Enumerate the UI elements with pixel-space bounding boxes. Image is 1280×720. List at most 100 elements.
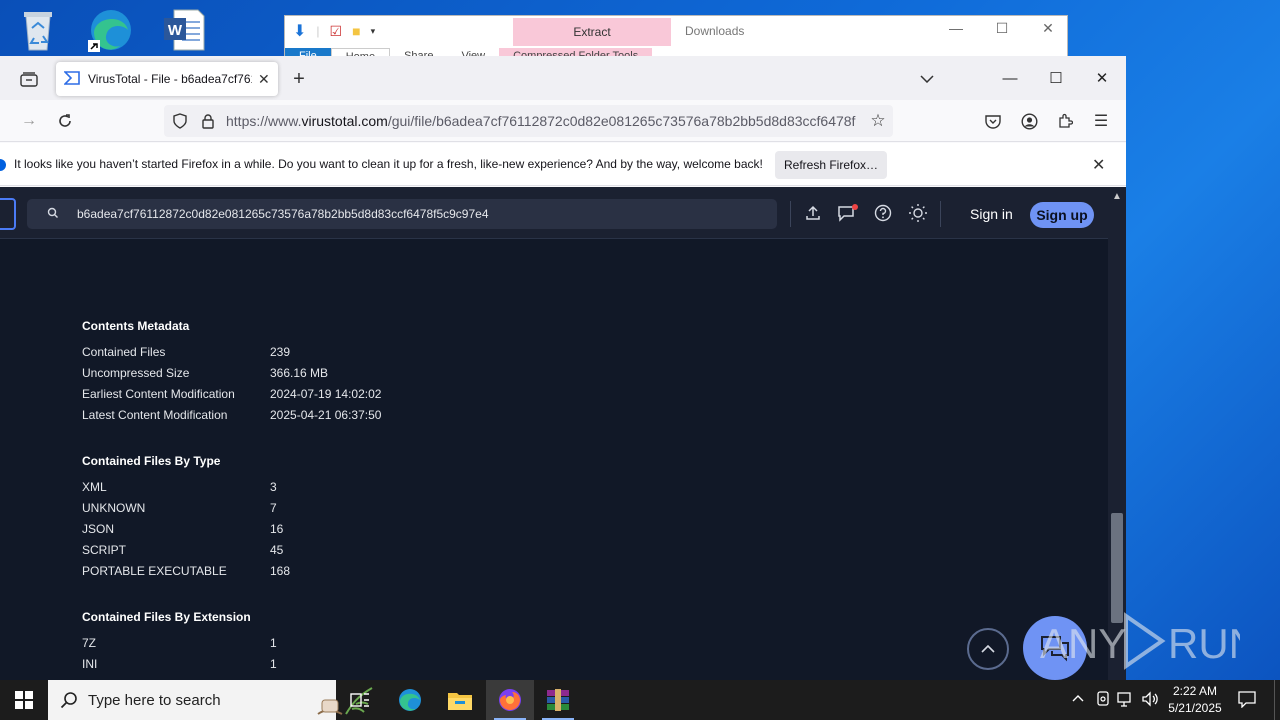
row-value: 2024-07-19 14:02:02 (270, 387, 382, 401)
row-key: 7Z (82, 636, 97, 650)
properties-icon[interactable]: ☑ (330, 23, 343, 40)
search-placeholder: Type here to search (88, 691, 221, 709)
system-clock[interactable]: 2:22 AM 5/21/2025 (1160, 683, 1230, 717)
download-arrow-icon[interactable]: ⬇ (293, 21, 306, 41)
row-value: 7 (270, 501, 277, 515)
search-icon (60, 691, 78, 712)
row-key: UNKNOWN (82, 501, 146, 515)
lock-icon[interactable] (198, 111, 218, 131)
edge-taskbar-icon[interactable] (386, 680, 434, 720)
quick-access-toolbar: ⬇ | ☑ ■ ▾ (293, 21, 376, 41)
edge-shortcut-icon[interactable] (86, 6, 134, 54)
svg-text:ANY: ANY (1040, 620, 1126, 667)
section-title-files-by-type: Contained Files By Type (82, 454, 221, 468)
virustotal-page: b6adea7cf76112872c0d82e081265c73576a78b2… (0, 187, 1108, 680)
reload-icon[interactable] (54, 110, 76, 132)
recycle-bin-icon[interactable] (14, 6, 62, 54)
tab-title: VirusTotal - File - b6adea7cf761 (88, 72, 252, 86)
minimize-icon[interactable]: — (933, 20, 979, 37)
tracking-protection-shield-icon[interactable] (170, 111, 190, 131)
refresh-firefox-button[interactable]: Refresh Firefox… (775, 151, 887, 179)
account-icon[interactable] (1018, 110, 1040, 132)
scroll-to-top-button[interactable] (967, 628, 1009, 670)
firefox-taskbar-icon[interactable] (486, 680, 534, 720)
notification-text: It looks like you haven’t started Firefo… (14, 157, 763, 171)
sign-up-button[interactable]: Sign up (1030, 202, 1094, 228)
maximize-button[interactable]: ☐ (1033, 64, 1079, 92)
file-explorer-taskbar-icon[interactable] (436, 680, 484, 720)
action-center-icon[interactable] (1238, 690, 1256, 711)
url-path: /gui/file/b6adea7cf76112872c0d82e081265c… (387, 113, 856, 129)
section-title-contents-metadata: Contents Metadata (82, 319, 190, 333)
close-button[interactable]: ✕ (1079, 64, 1125, 92)
taskbar-search-box[interactable]: Type here to search (48, 680, 373, 720)
winrar-taskbar-icon[interactable] (534, 680, 582, 720)
pocket-icon[interactable] (982, 110, 1004, 132)
firefox-window: VirusTotal - File - b6adea7cf761 ✕ + — ☐… (0, 56, 1126, 680)
minimize-button[interactable]: — (987, 64, 1033, 92)
row-key: XML (82, 480, 107, 494)
row-key: SCRIPT (82, 543, 127, 557)
bookmark-star-icon[interactable]: ☆ (868, 111, 888, 131)
menu-hamburger-icon[interactable]: ☰ (1090, 110, 1112, 132)
clock-date: 5/21/2025 (1168, 701, 1222, 715)
tab-bar: VirusTotal - File - b6adea7cf761 ✕ + — ☐… (0, 56, 1126, 100)
scroll-thumb[interactable] (1111, 513, 1123, 623)
notifications-chat-icon[interactable] (837, 202, 859, 224)
taskbar: Type here to search 2:22 AM 5/21/2025 (0, 680, 1280, 720)
row-value: 1 (270, 636, 277, 650)
vt-search-input[interactable]: b6adea7cf76112872c0d82e081265c73576a78b2… (27, 199, 777, 229)
vt-header: b6adea7cf76112872c0d82e081265c73576a78b2… (0, 187, 1108, 239)
row-value: 1 (270, 657, 277, 671)
row-value: 45 (270, 543, 284, 557)
header-divider (940, 201, 941, 227)
row-key: Latest Content Modification (82, 408, 228, 422)
notification-bar: It looks like you haven’t started Firefo… (0, 143, 1126, 186)
row-value: 239 (270, 345, 291, 359)
menu-toggle-button[interactable] (0, 198, 16, 230)
help-icon[interactable] (872, 202, 894, 224)
row-key: Contained Files (82, 345, 166, 359)
new-tab-icon[interactable]: + (288, 68, 310, 90)
extensions-icon[interactable] (1054, 110, 1076, 132)
row-value: 3 (270, 480, 277, 494)
explorer-window-controls: — ☐ ✕ (933, 20, 1067, 37)
qat-dropdown-icon[interactable]: ▾ (371, 26, 376, 37)
url-prefix: https://www. (226, 113, 302, 129)
list-all-tabs-icon[interactable] (916, 68, 938, 90)
forward-icon[interactable]: → (18, 110, 40, 132)
tab-virustotal[interactable]: VirusTotal - File - b6adea7cf761 ✕ (56, 62, 278, 96)
row-key: JSON (82, 522, 115, 536)
search-value: b6adea7cf76112872c0d82e081265c73576a78b2… (77, 207, 489, 221)
theme-toggle-sun-icon[interactable] (907, 202, 929, 224)
notification-close-icon[interactable]: ✕ (1092, 155, 1105, 175)
device-icon[interactable] (1095, 690, 1111, 711)
word-document-icon[interactable]: W (160, 6, 208, 54)
show-hidden-icons-icon[interactable] (1071, 690, 1085, 711)
row-key: Uncompressed Size (82, 366, 190, 380)
clock-time: 2:22 AM (1172, 684, 1218, 698)
row-value: 2025-04-21 06:37:50 (270, 408, 382, 422)
firefox-view-icon[interactable] (18, 68, 40, 90)
close-icon[interactable]: ✕ (1025, 20, 1067, 37)
start-button[interactable] (0, 680, 48, 720)
url-host: virustotal.com (301, 113, 388, 129)
volume-icon[interactable] (1141, 690, 1159, 711)
url-bar[interactable]: https://www.virustotal.com/gui/file/b6ad… (164, 105, 893, 137)
network-icon[interactable] (1117, 690, 1135, 711)
page-scrollbar[interactable]: ▲ (1108, 187, 1126, 680)
task-view-icon[interactable] (336, 680, 384, 720)
maximize-icon[interactable]: ☐ (979, 20, 1025, 37)
upload-icon[interactable] (802, 202, 824, 224)
nav-bar: → https://www.virustotal.com/gui/file/b6… (0, 100, 1126, 142)
virustotal-favicon-icon (63, 70, 80, 89)
show-desktop-button[interactable] (1274, 680, 1280, 720)
sign-in-link[interactable]: Sign in (970, 206, 1013, 222)
tab-close-icon[interactable]: ✕ (258, 71, 270, 88)
row-key: INI (82, 657, 98, 671)
row-key: PORTABLE EXECUTABLE (82, 564, 227, 578)
folder-icon[interactable]: ■ (352, 23, 360, 39)
row-value: 366.16 MB (270, 366, 329, 380)
scroll-up-arrow-icon[interactable]: ▲ (1112, 191, 1122, 202)
extract-context-tab[interactable]: Extract (513, 18, 671, 46)
